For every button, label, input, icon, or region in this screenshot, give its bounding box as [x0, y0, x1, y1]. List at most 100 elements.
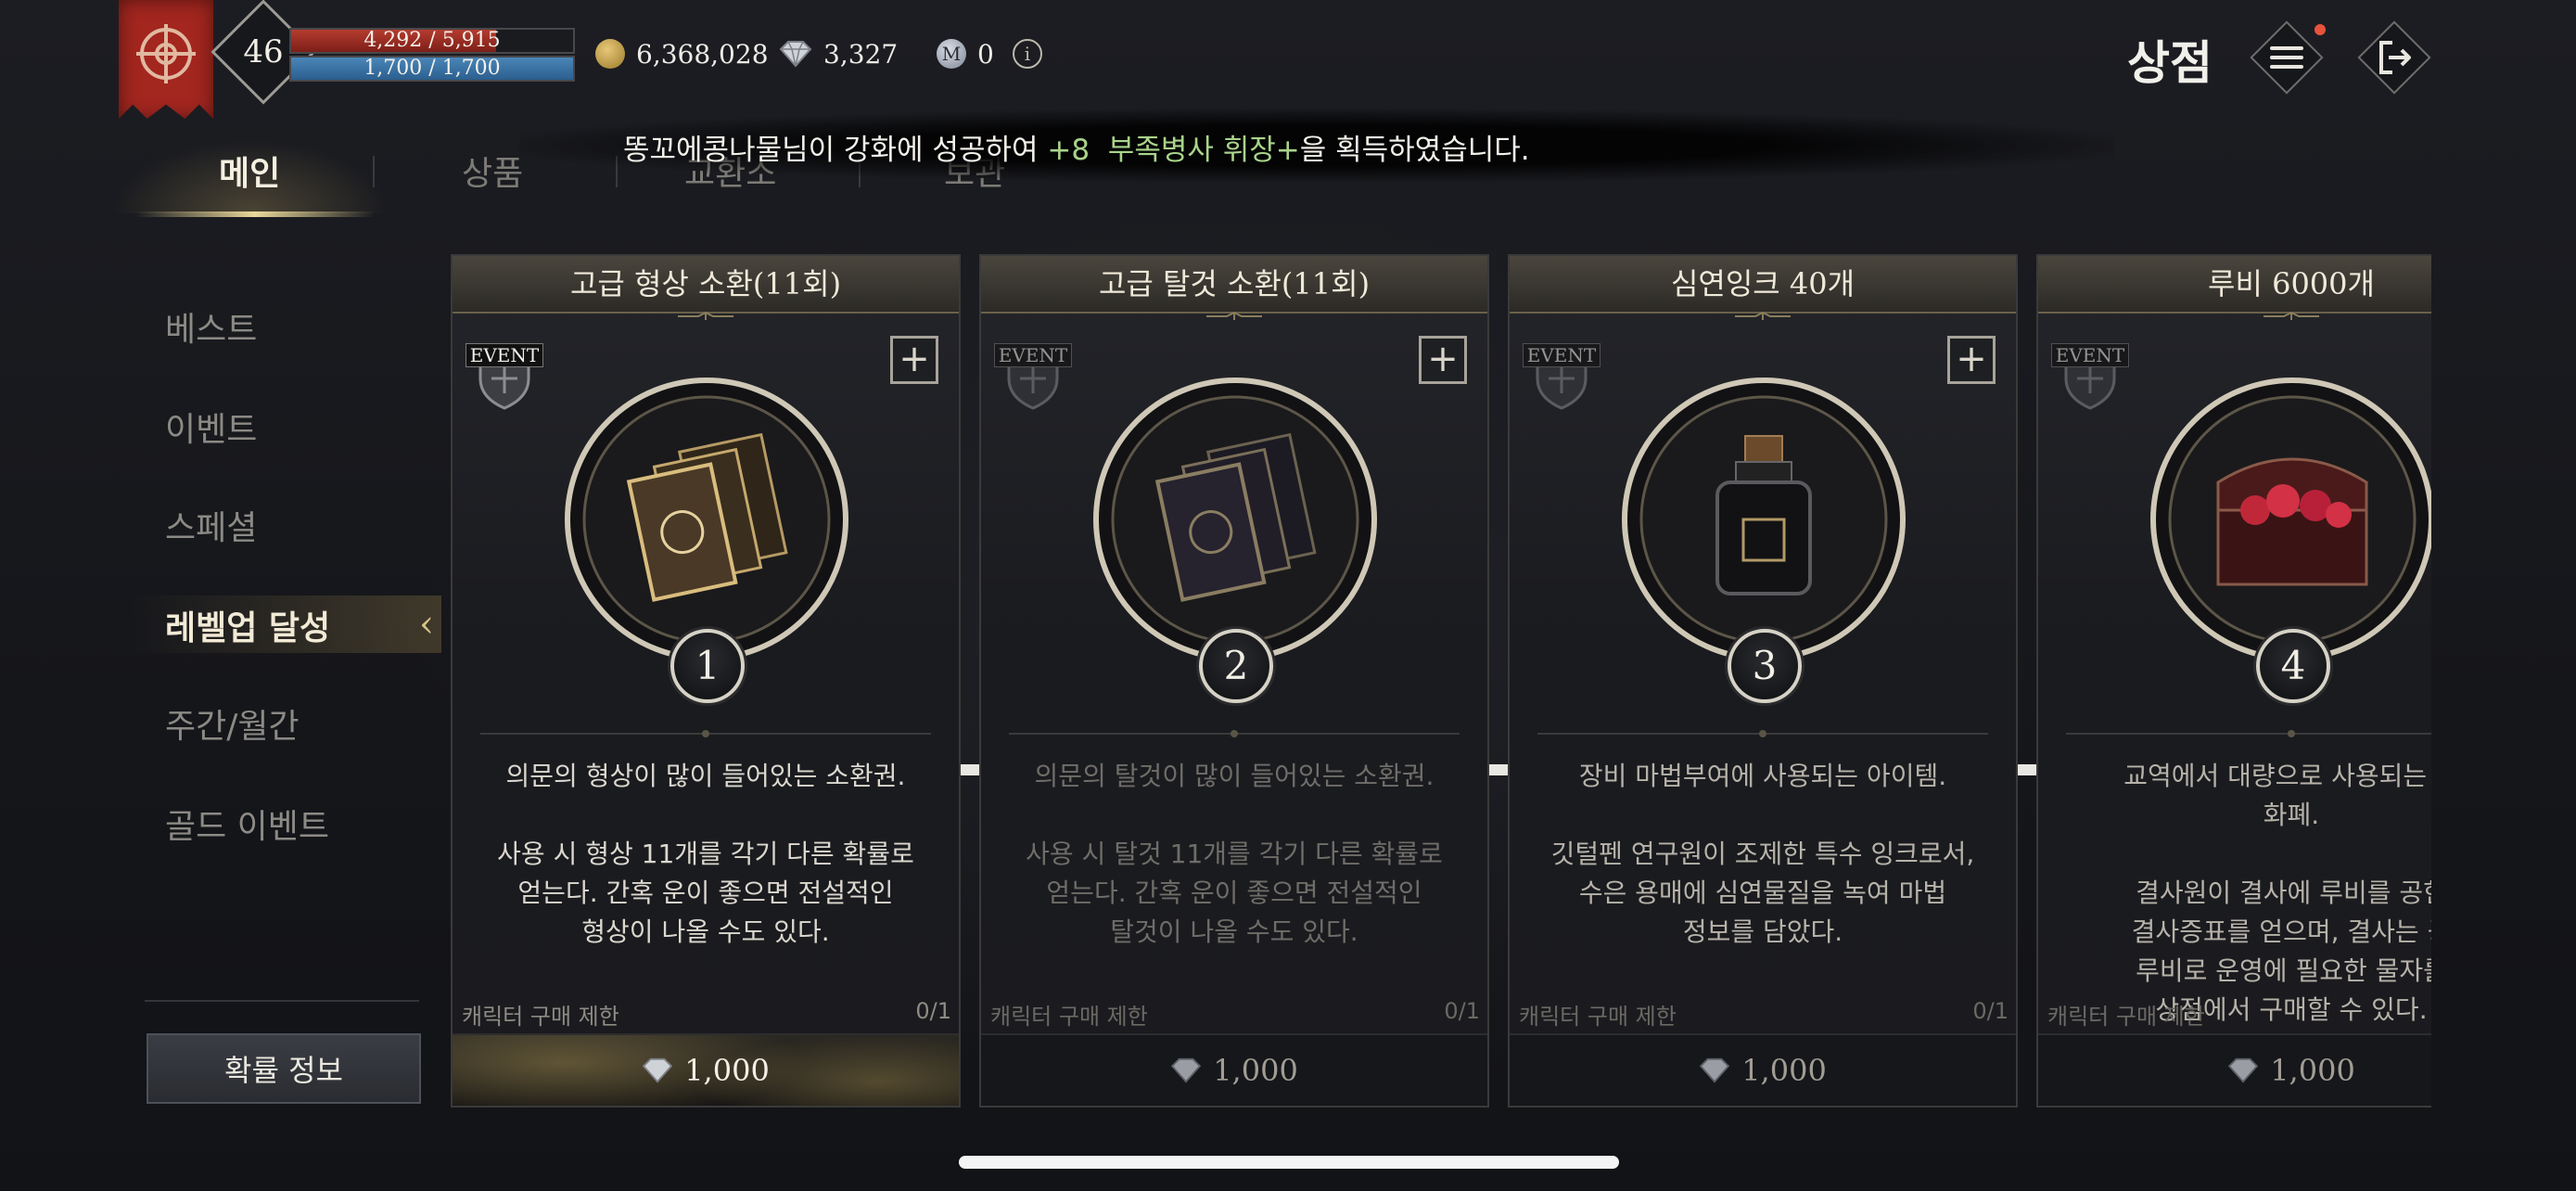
exit-icon — [2379, 41, 2411, 74]
sidebar-item-event[interactable]: 이벤트 — [165, 403, 257, 451]
hp-bar: 4,292 / 5,915 — [289, 28, 575, 54]
buy-button[interactable]: 1,000 — [453, 1033, 959, 1106]
purchase-limit-label: 캐릭터 구매 제한 — [990, 1004, 1148, 1030]
step-number: 1 — [670, 629, 745, 703]
divider-ornament — [480, 730, 931, 737]
tab-products[interactable]: 상품 — [462, 147, 523, 195]
product-card[interactable]: 루비 6000개 EVENT 4 교역에서 대량으로 사용되는 복 화폐. 결사… — [2036, 254, 2431, 1108]
gold-amount: 6,368,028 — [636, 38, 769, 70]
mp-bar: 1,700 / 1,700 — [289, 56, 575, 82]
product-card-list: 고급 형상 소환(11회) EVENT + 1 의문의 형상이 많이 들어있는 … — [451, 250, 2431, 1113]
price: 1,000 — [1741, 1053, 1827, 1088]
event-badge: EVENT — [2051, 336, 2129, 414]
ticker-item: 부족병사 휘장+ — [1107, 134, 1300, 167]
event-label: EVENT — [994, 343, 1072, 367]
gem-currency[interactable]: 3,327 — [779, 35, 898, 72]
card-description: 장비 마법부여에 사용되는 아이템. 깃털펜 연구원이 조제한 특수 잉크로서,… — [1550, 761, 1975, 947]
divider-ornament — [1537, 730, 1988, 737]
sidebar-item-special[interactable]: 스페셜 — [165, 501, 257, 549]
guild-banner[interactable] — [119, 0, 213, 119]
silver-amount: 0 — [977, 38, 994, 70]
add-button[interactable]: + — [890, 336, 938, 384]
ticker-text-after: 을 획득하였습니다. — [1299, 134, 1530, 167]
add-button[interactable]: + — [1419, 336, 1467, 384]
sidebar-item-best[interactable]: 베스트 — [165, 302, 257, 351]
card-title: 고급 형상 소환(11회) — [453, 256, 959, 314]
purchase-limit: 캐릭터 구매 제한 0/1 — [990, 998, 1480, 1031]
purchase-limit-label: 캐릭터 구매 제한 — [2047, 1004, 2205, 1030]
guild-emblem-icon — [136, 24, 196, 83]
event-label: EVENT — [1523, 343, 1600, 367]
purchase-limit-label: 캐릭터 구매 제한 — [1519, 1004, 1677, 1030]
ornament-icon — [678, 312, 733, 320]
event-badge: EVENT — [1523, 336, 1600, 414]
purchase-limit: 캐릭터 구매 제한 — [2047, 998, 2431, 1031]
purchase-limit-label: 캐릭터 구매 제한 — [462, 1004, 619, 1030]
purchase-limit-value: 0/1 — [1972, 998, 2009, 1024]
purchase-limit-value: 0/1 — [1444, 998, 1480, 1024]
gold-currency[interactable]: 6,368,028 — [595, 35, 769, 72]
sidebar-item-gold-event[interactable]: 골드 이벤트 — [165, 800, 329, 848]
ruby-chest-icon — [2150, 378, 2431, 661]
summon-cards-icon — [565, 378, 848, 661]
card-title: 고급 탈것 소환(11회) — [981, 256, 1487, 314]
active-tab-underline — [135, 211, 375, 217]
ornament-icon — [1206, 312, 1262, 320]
sidebar-item-weekly-monthly[interactable]: 주간/월간 — [165, 699, 300, 748]
card-description: 의문의 형상이 많이 들어있는 소환권. 사용 시 형상 11개를 각기 다른 … — [497, 761, 914, 947]
step-number: 3 — [1728, 629, 1802, 703]
ornament-icon — [1735, 312, 1791, 320]
gem-icon — [779, 41, 812, 68]
tab-divider — [373, 156, 375, 187]
event-badge: EVENT — [994, 336, 1072, 414]
gem-icon — [2227, 1057, 2259, 1083]
card-title: 루비 6000개 — [2038, 256, 2431, 314]
tab-main[interactable]: 메인 — [219, 147, 280, 195]
purchase-limit-value: 0/1 — [915, 998, 951, 1024]
ticker-user: 똥꼬에콩나물 — [623, 134, 783, 167]
step-number: 4 — [2256, 629, 2330, 703]
price: 1,000 — [2270, 1053, 2355, 1088]
broadcast-message: 똥꼬에콩나물님이 강화에 성공하여 +8 부족병사 휘장+을 획득하였습니다. — [623, 126, 1530, 168]
buy-button[interactable]: 1,000 — [1510, 1033, 2016, 1106]
buy-button[interactable]: 1,000 — [981, 1033, 1487, 1106]
sidebar-item-levelup[interactable]: 레벨업 달성 — [165, 601, 330, 649]
ticker-text-before: 님이 강화에 성공하여 — [782, 134, 1048, 167]
buy-button[interactable]: 1,000 — [2038, 1033, 2431, 1106]
product-card[interactable]: 고급 형상 소환(11회) EVENT + 1 의문의 형상이 많이 들어있는 … — [451, 254, 961, 1108]
home-indicator[interactable] — [959, 1156, 1619, 1169]
gem-amount: 3,327 — [823, 38, 899, 70]
step-number: 2 — [1199, 629, 1273, 703]
probability-info-button[interactable]: 확률 정보 — [147, 1033, 421, 1104]
gem-icon — [1699, 1057, 1730, 1083]
sidebar-divider — [145, 1000, 419, 1002]
event-badge: EVENT — [465, 336, 543, 414]
silver-currency[interactable]: M 0 — [937, 35, 994, 72]
card-description: 교역에서 대량으로 사용되는 복 화폐. 결사원이 결사에 루비를 공헌 결사증… — [2123, 761, 2431, 1025]
gem-icon — [642, 1057, 673, 1083]
page-title: 상점 — [2127, 36, 2213, 90]
mount-summon-cards-icon — [1093, 378, 1377, 661]
card-description: 의문의 탈것이 많이 들어있는 소환권. 사용 시 탈것 11개를 각기 다른 … — [1026, 761, 1443, 947]
divider-ornament — [2066, 730, 2431, 737]
notification-dot — [2315, 24, 2326, 35]
exit-button[interactable] — [2355, 19, 2433, 96]
mp-text: 1,700 / 1,700 — [363, 57, 501, 80]
ticker-enhance-level: +8 — [1047, 134, 1090, 167]
hamburger-menu-icon — [2270, 46, 2303, 69]
chevron-left-icon: ‹ — [419, 603, 434, 646]
product-card[interactable]: 심연잉크 40개 EVENT + 3 장비 마법부여에 사용되는 아이템. 깃털… — [1508, 254, 2018, 1108]
purchase-limit: 캐릭터 구매 제한 0/1 — [1519, 998, 2009, 1031]
card-title: 심연잉크 40개 — [1510, 256, 2016, 314]
ornament-icon — [2264, 312, 2319, 320]
add-button[interactable]: + — [1947, 336, 1996, 384]
hp-text: 4,292 / 5,915 — [363, 29, 501, 52]
product-card[interactable]: 고급 탈것 소환(11회) EVENT + 2 의문의 탈것이 많이 들어있는 … — [979, 254, 1489, 1108]
silver-coin-icon: M — [937, 39, 966, 69]
price: 1,000 — [684, 1053, 770, 1088]
ink-bottle-icon — [1622, 378, 1906, 661]
price: 1,000 — [1213, 1053, 1298, 1088]
info-icon[interactable]: i — [1013, 39, 1042, 69]
purchase-limit: 캐릭터 구매 제한 0/1 — [462, 998, 951, 1031]
gem-icon — [1170, 1057, 1202, 1083]
